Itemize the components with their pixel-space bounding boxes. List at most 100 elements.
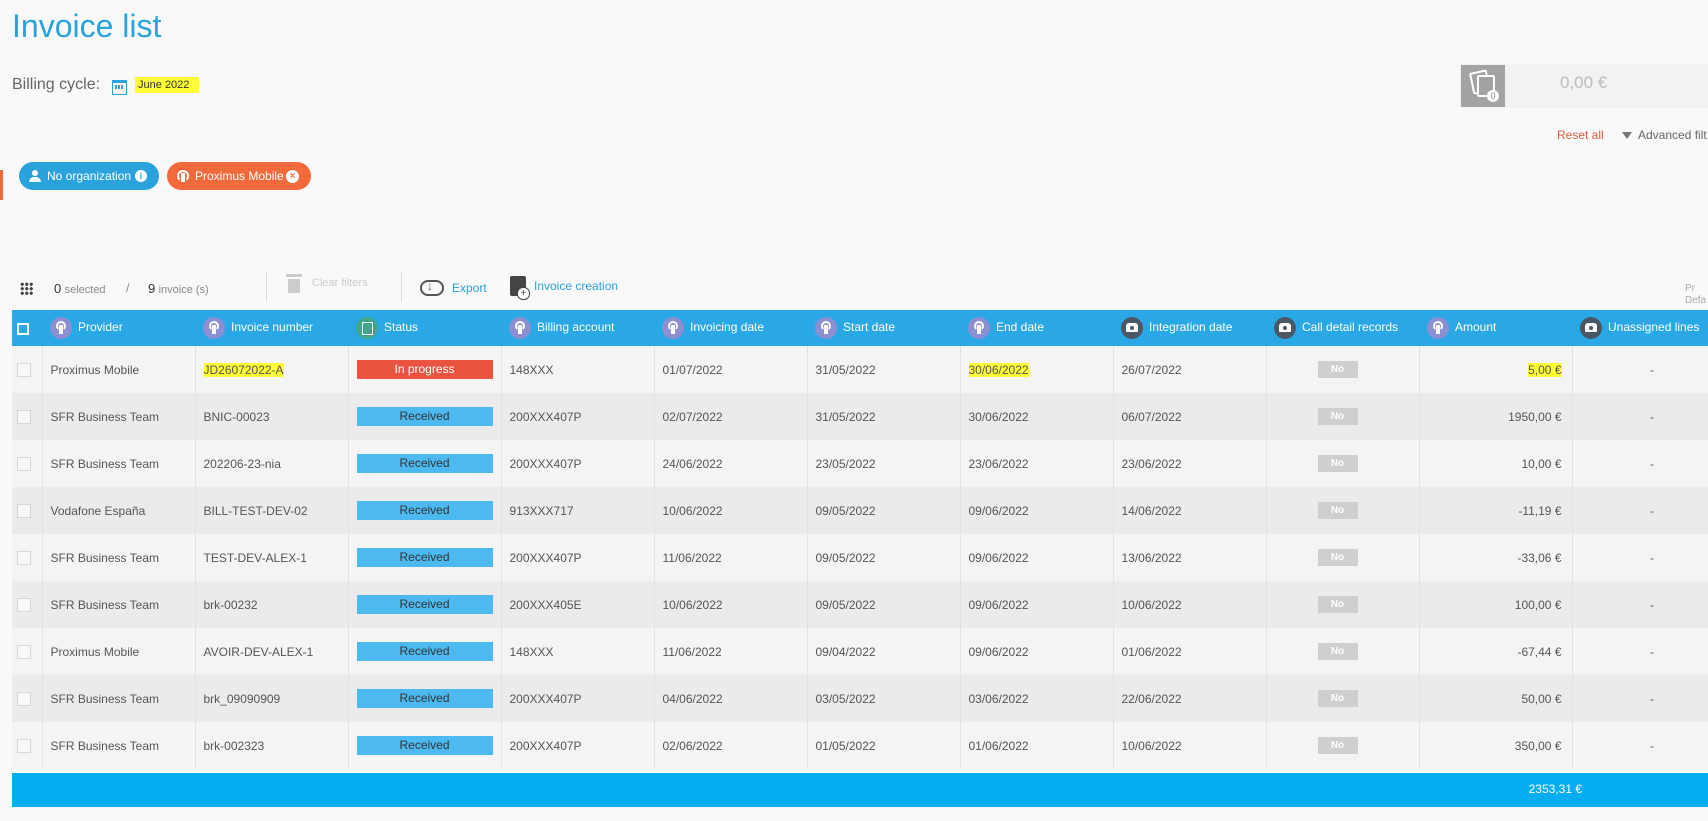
column-header-label: Amount	[1455, 320, 1497, 335]
invoice-table: Provider Invoice number Status Billing a…	[12, 310, 1708, 769]
cell-invoice-number[interactable]: AVOIR-DEV-ALEX-1	[195, 628, 349, 675]
column-header-call-detail-records[interactable]: Call detail records	[1266, 310, 1419, 346]
cell-start-date: 09/05/2022	[807, 534, 961, 581]
truncated-label-1: Pr	[1685, 283, 1695, 294]
cell-start-date: 01/05/2022	[807, 722, 961, 769]
table-row[interactable]: Proximus Mobile AVOIR-DEV-ALEX-1 Receive…	[12, 628, 1708, 675]
clear-filters-button[interactable]: Clear filters	[286, 274, 368, 293]
row-checkbox[interactable]	[17, 550, 31, 565]
row-checkbox[interactable]	[17, 691, 31, 706]
row-checkbox[interactable]	[17, 738, 31, 753]
advanced-filters-button[interactable]: Advanced filt	[1622, 128, 1707, 142]
cell-start-date: 23/05/2022	[807, 440, 961, 487]
row-select-cell	[12, 675, 43, 722]
truncated-right-label: Pr Defa	[1685, 283, 1706, 307]
column-header-invoicing-date[interactable]: Invoicing date	[654, 310, 807, 346]
column-header-invoice-number[interactable]: Invoice number	[195, 310, 348, 346]
row-select-cell	[12, 722, 43, 769]
table-row[interactable]: SFR Business Team TEST-DEV-ALEX-1 Receiv…	[12, 534, 1708, 581]
reset-all-link[interactable]: Reset all	[1557, 128, 1604, 142]
cell-invoice-number[interactable]: brk-00232	[195, 581, 349, 628]
billing-cycle-value[interactable]: June 2022	[135, 77, 200, 93]
status-badge: Received	[356, 642, 493, 661]
table-row[interactable]: Proximus Mobile JD26072022-A In progress…	[12, 346, 1708, 393]
cell-end-date: 03/06/2022	[960, 675, 1114, 722]
cell-status: Received	[348, 393, 502, 440]
cell-unassigned-lines: -	[1572, 628, 1708, 675]
column-header-end-date[interactable]: End date	[960, 310, 1113, 346]
cell-start-date: 31/05/2022	[807, 393, 961, 440]
cell-billing-account: 200XXX407P	[501, 675, 655, 722]
cell-amount: 100,00 €	[1419, 581, 1573, 628]
row-checkbox[interactable]	[17, 597, 31, 612]
table-row[interactable]: SFR Business Team brk-002323 Received 20…	[12, 722, 1708, 769]
cell-unassigned-lines: -	[1572, 722, 1708, 769]
close-icon[interactable]: ×	[286, 169, 299, 183]
row-checkbox[interactable]	[17, 644, 31, 659]
cell-amount: 350,00 €	[1419, 722, 1573, 769]
antenna-icon	[203, 317, 225, 339]
cell-provider: Vodafone España	[42, 487, 196, 534]
table-row[interactable]: Vodafone España BILL-TEST-DEV-02 Receive…	[12, 487, 1708, 534]
row-checkbox[interactable]	[17, 409, 31, 424]
toolbar-divider	[266, 272, 267, 302]
cell-invoice-number[interactable]: BNIC-00023	[195, 393, 349, 440]
filter-chip-organization[interactable]: No organization i	[19, 162, 159, 190]
cell-provider: Proximus Mobile	[42, 628, 196, 675]
status-badge: Received	[356, 689, 493, 708]
cell-billing-account: 200XXX407P	[501, 440, 655, 487]
calendar-icon[interactable]	[112, 78, 128, 95]
summary-count-badge: 0	[1487, 90, 1499, 102]
invoice-creation-button[interactable]: Invoice creation	[510, 276, 618, 300]
row-checkbox[interactable]	[17, 362, 31, 377]
row-checkbox[interactable]	[17, 456, 31, 471]
cell-start-date: 09/05/2022	[807, 487, 961, 534]
cell-provider: SFR Business Team	[42, 581, 196, 628]
column-header-unassigned-lines[interactable]: Unassigned lines	[1572, 310, 1708, 346]
cell-cdr: No	[1266, 393, 1420, 440]
table-row[interactable]: SFR Business Team 202206-23-nia Received…	[12, 440, 1708, 487]
export-button[interactable]: Export	[420, 279, 487, 296]
cell-end-date: 01/06/2022	[960, 722, 1114, 769]
trash-icon	[286, 274, 302, 293]
cell-billing-account: 200XXX407P	[501, 393, 655, 440]
table-row[interactable]: SFR Business Team brk-00232 Received 200…	[12, 581, 1708, 628]
export-label: Export	[452, 281, 487, 295]
cell-provider: SFR Business Team	[42, 675, 196, 722]
cell-invoice-number[interactable]: JD26072022-A	[195, 346, 349, 393]
antenna-icon	[509, 317, 531, 339]
column-header-provider[interactable]: Provider	[42, 310, 195, 346]
cell-invoice-number[interactable]: BILL-TEST-DEV-02	[195, 487, 349, 534]
phone-icon	[1274, 317, 1296, 339]
filter-chip-provider[interactable]: Proximus Mobile ×	[167, 162, 311, 190]
cell-invoicing-date: 02/06/2022	[654, 722, 808, 769]
column-header-amount[interactable]: Amount	[1419, 310, 1572, 346]
column-header-billing-account[interactable]: Billing account	[501, 310, 654, 346]
row-select-cell	[12, 440, 43, 487]
cell-provider: SFR Business Team	[42, 534, 196, 581]
antenna-icon	[50, 317, 72, 339]
table-row[interactable]: SFR Business Team brk_09090909 Received …	[12, 675, 1708, 722]
cell-status: Received	[348, 487, 502, 534]
row-checkbox[interactable]	[17, 503, 31, 518]
column-header-start-date[interactable]: Start date	[807, 310, 960, 346]
cell-invoicing-date: 02/07/2022	[654, 393, 808, 440]
document-plus-icon	[510, 276, 530, 300]
cell-invoice-number[interactable]: 202206-23-nia	[195, 440, 349, 487]
cell-invoice-number[interactable]: brk_09090909	[195, 675, 349, 722]
cell-invoice-number[interactable]: TEST-DEV-ALEX-1	[195, 534, 349, 581]
cell-amount: 5,00 €	[1419, 346, 1573, 393]
table-row[interactable]: SFR Business Team BNIC-00023 Received 20…	[12, 393, 1708, 440]
select-all-checkbox[interactable]	[17, 322, 29, 335]
cdr-badge: No	[1317, 455, 1358, 472]
info-icon[interactable]: i	[135, 170, 147, 182]
grid-icon[interactable]	[20, 282, 33, 295]
column-header-integration-date[interactable]: Integration date	[1113, 310, 1266, 346]
cell-provider: Proximus Mobile	[42, 346, 196, 393]
cell-invoice-number[interactable]: brk-002323	[195, 722, 349, 769]
cell-billing-account: 200XXX407P	[501, 534, 655, 581]
cloud-download-icon	[420, 279, 444, 296]
table-header-row: Provider Invoice number Status Billing a…	[12, 310, 1708, 346]
column-header-status[interactable]: Status	[348, 310, 501, 346]
cdr-badge: No	[1317, 502, 1358, 519]
